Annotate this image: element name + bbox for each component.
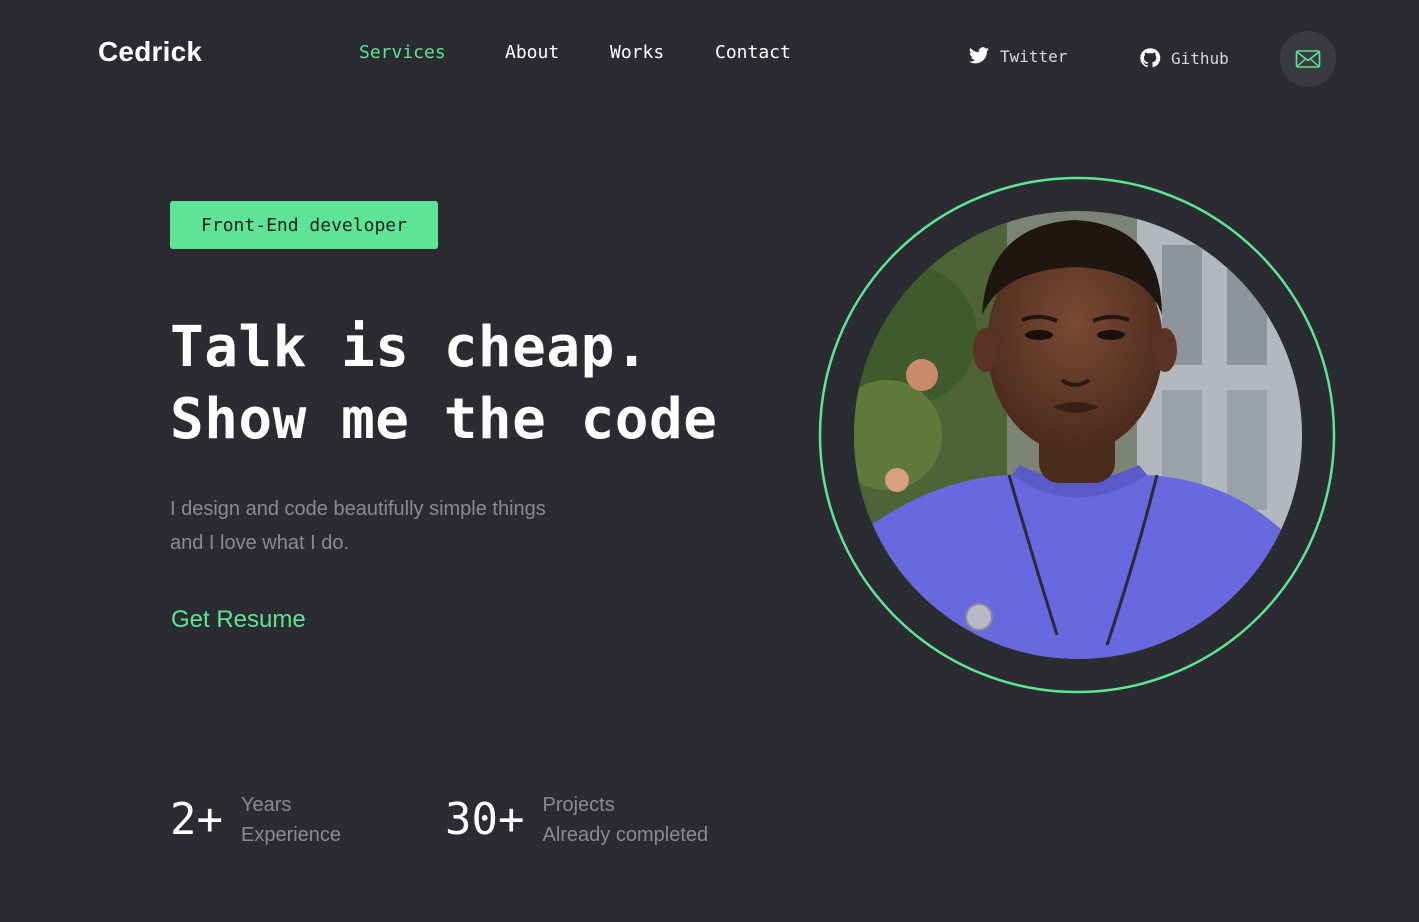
headline-line-2: Show me the code — [170, 387, 718, 452]
stat-label-line-1: Projects — [542, 794, 615, 816]
github-icon — [1139, 47, 1161, 69]
description-line-2: and I love what I do. — [170, 532, 350, 554]
stat-value: 2+ — [170, 794, 223, 845]
stat-label-line-1: Years — [240, 794, 292, 816]
twitter-link[interactable]: Twitter — [968, 45, 1067, 67]
nav-item-contact[interactable]: Contact — [715, 42, 791, 63]
nav-item-works[interactable]: Works — [610, 42, 664, 63]
landing-page: Cedrick Services About Works Contact Twi… — [0, 0, 1419, 922]
portrait-illustration — [818, 176, 1336, 694]
description-line-1: I design and code beautifully simple thi… — [170, 498, 546, 520]
stat-value: 30+ — [445, 794, 525, 845]
profile-portrait — [817, 175, 1337, 695]
mail-icon — [1295, 50, 1321, 68]
stat-experience: 2+ Years Experience — [170, 790, 341, 850]
twitter-icon — [968, 45, 990, 67]
stat-label: Years Experience — [241, 790, 341, 850]
stat-label: Projects Already completed — [542, 790, 708, 850]
stat-label-line-2: Experience — [240, 824, 342, 846]
nav-item-services[interactable]: Services — [359, 42, 446, 63]
nav-item-about[interactable]: About — [505, 42, 559, 63]
stat-label-line-2: Already completed — [542, 824, 709, 846]
headline-line-1: Talk is cheap. — [170, 315, 650, 380]
mail-button[interactable] — [1280, 31, 1336, 87]
role-badge: Front-End developer — [170, 201, 438, 249]
hero-description: I design and code beautifully simple thi… — [170, 492, 610, 560]
twitter-label: Twitter — [1000, 46, 1068, 66]
github-label: Github — [1171, 48, 1229, 68]
github-link[interactable]: Github — [1139, 47, 1229, 69]
get-resume-link[interactable]: Get Resume — [171, 606, 306, 634]
stat-projects: 30+ Projects Already completed — [445, 790, 708, 850]
site-logo[interactable]: Cedrick — [98, 36, 202, 68]
hero-headline: Talk is cheap. Show me the code — [170, 312, 717, 456]
